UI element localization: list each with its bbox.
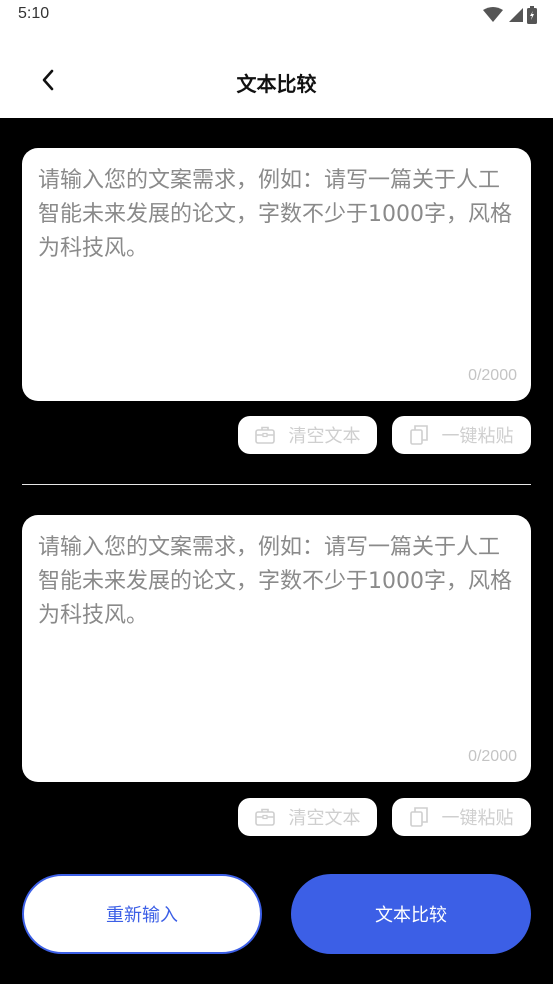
clear-text-button-2[interactable]: 清空文本 xyxy=(238,798,377,836)
clear-text-label-1: 清空文本 xyxy=(288,426,361,447)
section-divider xyxy=(22,484,531,485)
copy-icon xyxy=(409,425,428,445)
battery-icon xyxy=(527,6,537,24)
copy-icon xyxy=(409,807,428,827)
paste-button-1[interactable]: 一键粘贴 xyxy=(392,416,531,454)
text-input-card-1: 0/2000 xyxy=(22,148,531,401)
wifi-icon xyxy=(483,7,503,23)
char-counter-1: 0/2000 xyxy=(468,367,517,384)
text-input-2[interactable] xyxy=(22,515,531,725)
paste-button-2[interactable]: 一键粘贴 xyxy=(392,798,531,836)
text-input-1[interactable] xyxy=(22,148,531,358)
clear-text-button-1[interactable]: 清空文本 xyxy=(238,416,377,454)
reset-button[interactable]: 重新输入 xyxy=(22,874,262,954)
signal-icon xyxy=(507,7,523,23)
app-header: 5:10 文本比较 xyxy=(0,0,553,118)
paste-label-2: 一键粘贴 xyxy=(441,808,514,829)
clear-text-label-2: 清空文本 xyxy=(288,808,361,829)
char-counter-2: 0/2000 xyxy=(468,748,517,765)
text-input-card-2: 0/2000 xyxy=(22,515,531,782)
status-time: 5:10 xyxy=(18,5,50,22)
briefcase-icon xyxy=(254,808,275,826)
compare-button[interactable]: 文本比较 xyxy=(291,874,531,954)
status-icons xyxy=(483,6,537,24)
page-title: 文本比较 xyxy=(236,72,317,96)
briefcase-icon xyxy=(254,426,275,444)
paste-label-1: 一键粘贴 xyxy=(441,426,514,447)
